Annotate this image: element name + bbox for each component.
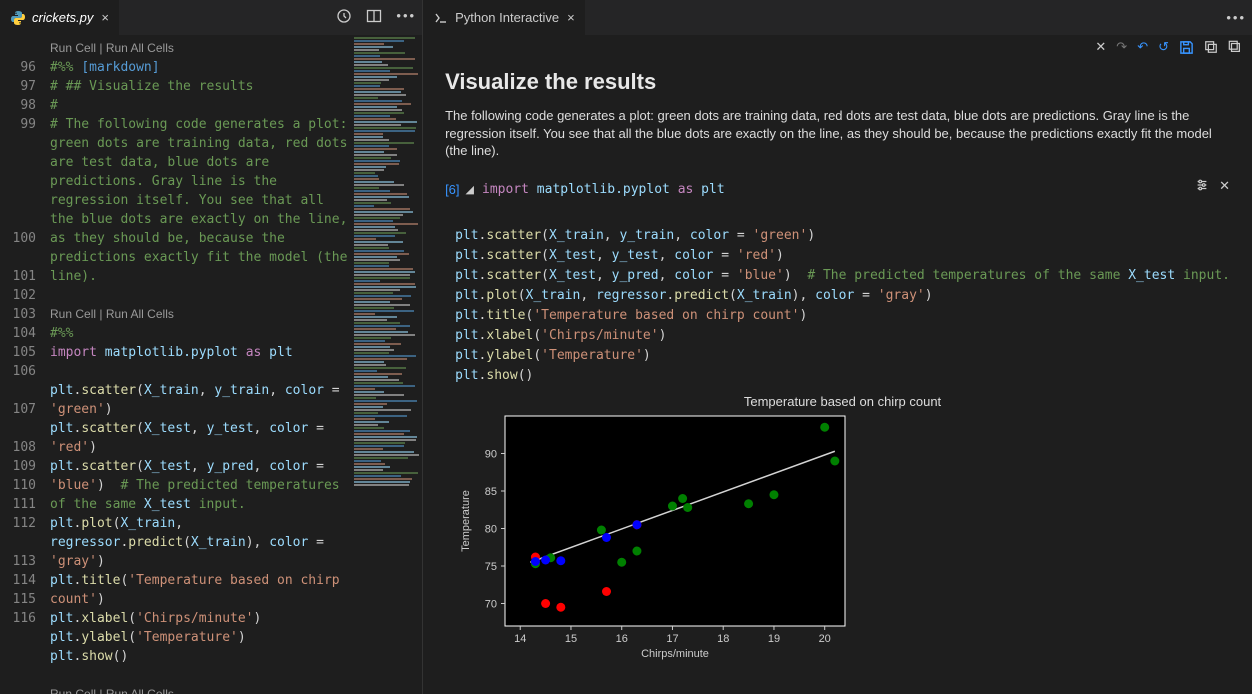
svg-text:18: 18 <box>717 633 729 645</box>
run-cell-action-icon[interactable] <box>336 8 352 27</box>
codelens-run-all[interactable]: Run All Cells <box>106 307 174 321</box>
tab-label: crickets.py <box>32 10 93 25</box>
cell-counter: [6] <box>445 182 459 197</box>
svg-text:19: 19 <box>768 633 780 645</box>
more-actions-icon[interactable]: ••• <box>396 8 416 27</box>
interactive-icon <box>433 10 449 26</box>
output-heading: Visualize the results <box>445 69 1230 95</box>
close-icon[interactable]: × <box>567 10 575 25</box>
remove-cell-icon[interactable]: ✕ <box>1095 39 1106 55</box>
python-interactive-tab[interactable]: Python Interactive × <box>423 0 585 35</box>
editor-tabbar: crickets.py × ••• <box>0 0 422 35</box>
expand-all-icon[interactable] <box>1204 39 1218 55</box>
svg-text:70: 70 <box>485 598 497 610</box>
interactive-tabbar: Python Interactive × ••• <box>423 0 1252 35</box>
cell-settings-icon[interactable] <box>1195 178 1209 195</box>
codelens-run-cell[interactable]: Run Cell <box>50 687 96 694</box>
save-icon[interactable] <box>1179 39 1194 55</box>
svg-text:90: 90 <box>485 448 497 460</box>
svg-text:15: 15 <box>565 633 577 645</box>
cell-first-line: import matplotlib.pyplot as plt <box>482 180 725 200</box>
cell-delete-icon[interactable]: ✕ <box>1219 178 1230 195</box>
code-content[interactable]: Run Cell | Run All Cells#%% [markdown]# … <box>50 35 352 694</box>
svg-text:20: 20 <box>819 633 831 645</box>
minimap[interactable] <box>352 35 422 694</box>
scatter-plot: 14 15 16 17 18 19 20 70 75 80 85 90 Chirps/minute Tem… <box>455 411 855 661</box>
cell-header: [6] ◢ import matplotlib.pyplot as plt ✕ <box>445 180 1230 200</box>
svg-text:Temperature: Temperature <box>460 490 472 552</box>
chart-output: Temperature based on chirp count 1415161… <box>455 394 1230 661</box>
undo-icon[interactable]: ↶ <box>1137 39 1148 55</box>
svg-text:16: 16 <box>616 633 628 645</box>
editor-tab-crickets[interactable]: crickets.py × <box>0 0 119 35</box>
codelens-run-cell[interactable]: Run Cell <box>50 307 96 321</box>
line-number-gutter: 96979899 100 101102103104105106 107 1081… <box>0 35 50 694</box>
redo-icon[interactable]: ↷ <box>1116 39 1127 55</box>
cell-code: plt.scatter(X_train, y_train, color = 'g… <box>445 206 1230 386</box>
more-actions-icon[interactable]: ••• <box>1226 10 1246 25</box>
codelens-run-cell[interactable]: Run Cell <box>50 41 96 55</box>
codelens-run-all[interactable]: Run All Cells <box>106 687 174 694</box>
interactive-toolbar: ✕ ↷ ↶ ↺ <box>423 35 1252 59</box>
interactive-tab-label: Python Interactive <box>455 10 559 25</box>
close-icon[interactable]: × <box>101 10 109 25</box>
cell-collapse-icon[interactable]: ◢ <box>466 183 474 196</box>
svg-text:75: 75 <box>485 561 497 573</box>
svg-text:17: 17 <box>666 633 678 645</box>
restart-icon[interactable]: ↺ <box>1158 39 1169 55</box>
svg-text:80: 80 <box>485 523 497 535</box>
codelens-run-all[interactable]: Run All Cells <box>106 41 174 55</box>
svg-text:14: 14 <box>514 633 526 645</box>
svg-text:85: 85 <box>485 486 497 498</box>
chart-title: Temperature based on chirp count <box>455 394 1230 409</box>
interactive-content: Visualize the results The following code… <box>423 59 1252 694</box>
python-file-icon <box>10 10 26 26</box>
svg-text:Chirps/minute: Chirps/minute <box>641 648 709 660</box>
editor-area[interactable]: 96979899 100 101102103104105106 107 1081… <box>0 35 422 694</box>
split-editor-icon[interactable] <box>366 8 382 27</box>
output-paragraph: The following code generates a plot: gre… <box>445 107 1230 160</box>
collapse-all-icon[interactable] <box>1228 39 1242 55</box>
